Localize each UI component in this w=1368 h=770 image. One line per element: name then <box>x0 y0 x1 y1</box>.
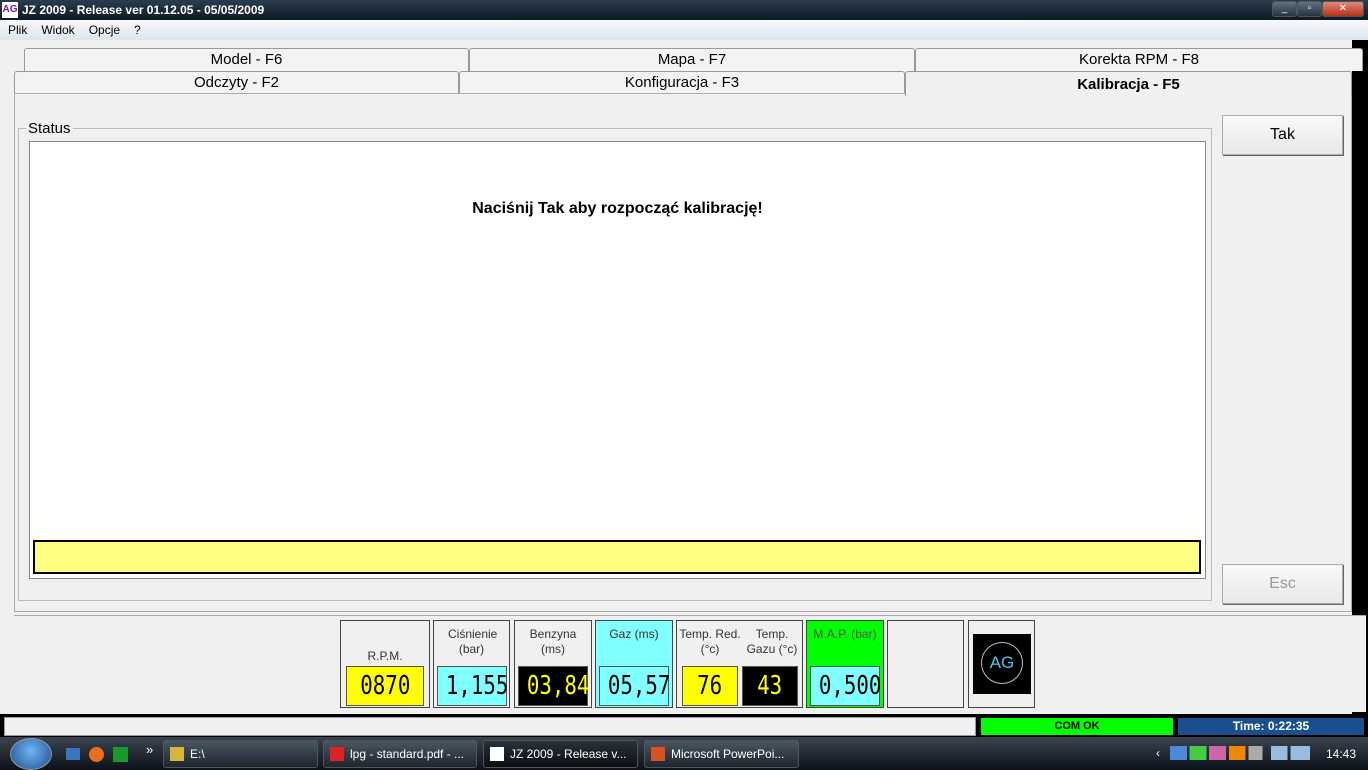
gauge-label: Benzyna (ms) <box>529 627 577 656</box>
clock[interactable]: 14:43 <box>1326 747 1356 761</box>
task-jz2009[interactable]: JZ 2009 - Release v... <box>483 740 638 768</box>
start-button[interactable] <box>10 738 52 770</box>
menu-help[interactable]: ? <box>134 20 141 40</box>
gauge-label: Temp. Red. (°c) <box>679 627 741 656</box>
gauge-empty <box>887 620 964 708</box>
progress-bar <box>33 540 1201 574</box>
gauge-map: M.A.P. (bar) 0,500 <box>806 620 884 708</box>
tab-kalibracja[interactable]: Kalibracja - F5 <box>905 71 1352 96</box>
tab-korekta-rpm[interactable]: Korekta RPM - F8 <box>915 48 1363 71</box>
taskbar: » E:\ lpg - standard.pdf - ... JZ 2009 -… <box>0 737 1368 770</box>
tab-model[interactable]: Model - F6 <box>24 48 469 71</box>
app-quicklaunch-icon[interactable] <box>113 747 128 762</box>
gauge-temperatures: Temp. Red. (°c) Temp. Gazu (°c) 76 43 <box>676 620 803 708</box>
tak-button[interactable]: Tak <box>1222 115 1343 155</box>
gauge-label: M.A.P. (bar) <box>813 627 877 641</box>
quicklaunch-overflow[interactable]: » <box>146 742 153 757</box>
com-status: COM OK <box>981 718 1173 735</box>
gauge-value: 0,500 <box>810 666 881 706</box>
task-explorer[interactable]: E:\ <box>163 740 318 768</box>
gauge-value: 1,155 <box>437 666 508 706</box>
menu-bar: Plik Widok Opcje ? <box>0 20 1368 40</box>
maximize-button[interactable]: ▫ <box>1297 1 1322 17</box>
status-label: Status <box>26 120 73 137</box>
system-tray-icons[interactable] <box>1170 746 1310 760</box>
tab-mapa[interactable]: Mapa - F7 <box>469 48 915 71</box>
ag-logo-icon: AG <box>973 634 1031 694</box>
gauge-value-temp-red: 76 <box>682 666 738 706</box>
firefox-icon[interactable] <box>89 747 104 762</box>
gauge-value-temp-gas: 43 <box>742 666 798 706</box>
gauge-label: R.P.M. <box>367 649 403 663</box>
task-pdf[interactable]: lpg - standard.pdf - ... <box>323 740 477 768</box>
show-desktop-icon[interactable] <box>66 748 80 760</box>
gauge-value: 03,84 <box>518 666 589 706</box>
tray-expand-icon[interactable]: ‹ <box>1156 746 1160 760</box>
app-logo-icon: AG <box>2 2 18 18</box>
pdf-icon <box>330 747 344 761</box>
logo-box: AG <box>968 620 1035 708</box>
folder-icon <box>170 747 184 761</box>
status-message: Naciśnij Tak aby rozpocząć kalibrację! <box>472 200 763 217</box>
window-title: JZ 2009 - Release ver 01.12.05 - 05/05/2… <box>22 3 265 17</box>
gauge-rpm: R.P.M. 0870 <box>340 620 430 708</box>
gauge-value: 0870 <box>346 666 424 706</box>
esc-button[interactable]: Esc <box>1222 564 1343 604</box>
minimize-button[interactable]: _ <box>1272 1 1297 17</box>
tab-konfiguracja[interactable]: Konfiguracja - F3 <box>459 71 905 94</box>
gauge-label: Ciśnienie (bar) <box>448 627 498 656</box>
ag-icon <box>490 747 504 761</box>
title-bar: JZ 2009 - Release ver 01.12.05 - 05/05/2… <box>0 0 1368 20</box>
task-powerpoint[interactable]: Microsoft PowerPoi... <box>644 740 799 768</box>
status-bar: COM OK Time: 0:22:35 <box>0 714 1368 737</box>
gauge-label: Temp. Gazu (°c) <box>746 627 798 656</box>
close-button[interactable]: ✕ <box>1322 1 1364 17</box>
powerpoint-icon <box>651 747 665 761</box>
gauge-gas: Gaz (ms) 05,57 <box>595 620 673 708</box>
gauge-pressure: Ciśnienie (bar) 1,155 <box>433 620 510 708</box>
elapsed-time: Time: 0:22:35 <box>1178 718 1364 735</box>
menu-plik[interactable]: Plik <box>8 20 27 40</box>
gauge-label: Gaz (ms) <box>609 627 659 641</box>
menu-widok[interactable]: Widok <box>41 20 74 40</box>
gauge-value: 05,57 <box>599 666 670 706</box>
menu-opcje[interactable]: Opcje <box>89 20 120 40</box>
tab-odczyty[interactable]: Odczyty - F2 <box>14 71 459 94</box>
gauge-petrol: Benzyna (ms) 03,84 <box>514 620 592 708</box>
